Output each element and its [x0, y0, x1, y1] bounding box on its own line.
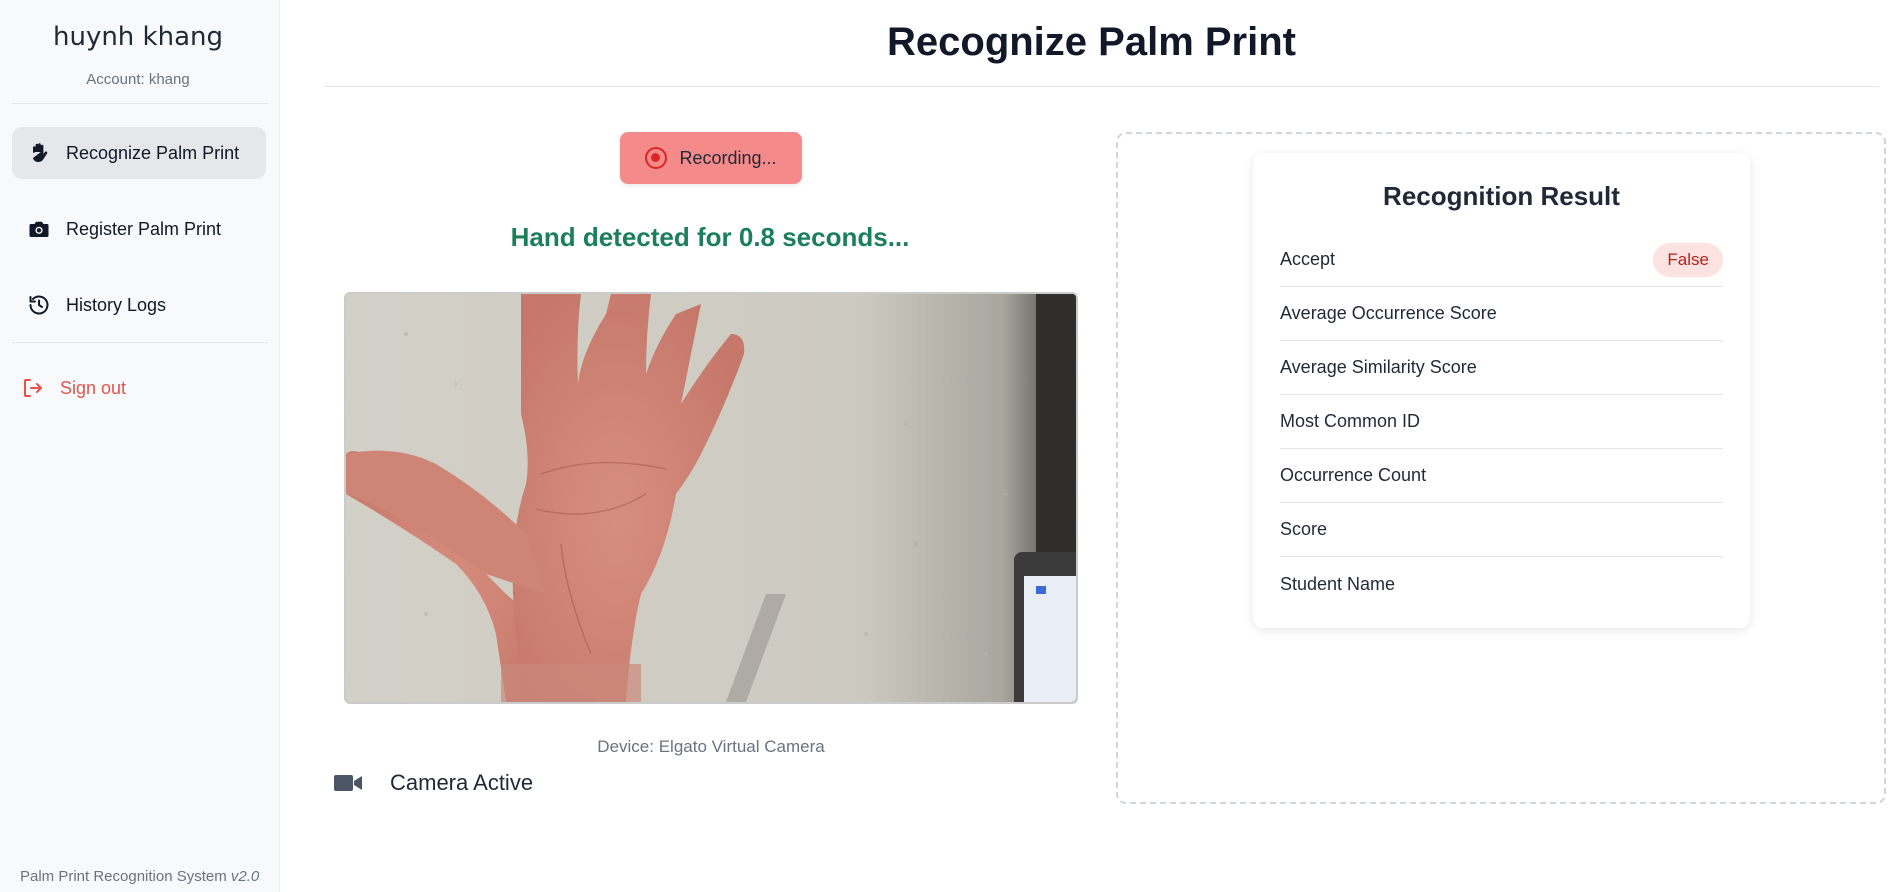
sidebar-divider [12, 342, 268, 343]
result-label: Score [1280, 519, 1328, 539]
result-row-score: Score [1280, 503, 1723, 557]
result-label: Occurrence Count [1280, 465, 1427, 485]
result-row-accept: Accept False [1280, 233, 1723, 287]
video-camera-icon [334, 772, 364, 794]
result-label: Most Common ID [1280, 411, 1421, 431]
recording-button[interactable]: Recording... [620, 132, 802, 184]
camera-status: Camera Active [334, 770, 533, 796]
sidebar-item-history[interactable]: History Logs [12, 279, 266, 331]
result-label: Student Name [1280, 573, 1396, 594]
page-title: Recognize Palm Print [887, 20, 1296, 64]
sidebar-item-recognize[interactable]: Recognize Palm Print [12, 127, 266, 179]
result-label: Average Occurrence Score [1280, 303, 1497, 323]
recording-button-label: Recording... [679, 147, 777, 168]
camera-status-text: Camera Active [390, 770, 534, 795]
result-label: Average Similarity Score [1280, 357, 1477, 377]
result-row-most-common-id: Most Common ID [1280, 395, 1723, 449]
sidebar-footer: Palm Print Recognition System v2.0 [20, 868, 259, 885]
user-account: Account: khang [86, 71, 190, 88]
app-root: huynh khang Account: khang Recognize Pal… [0, 0, 1903, 892]
status-badge: False [1653, 242, 1723, 277]
history-icon [26, 292, 52, 318]
result-title: Recognition Result [1383, 181, 1620, 211]
result-row-student-name: Student Name [1280, 557, 1723, 611]
sidebar-item-register[interactable]: Register Palm Print [12, 203, 266, 255]
record-icon [645, 147, 668, 169]
camera-feed [344, 292, 1078, 704]
sign-out-label: Sign out [60, 377, 127, 398]
sidebar-item-label: History Logs [66, 294, 167, 315]
sign-out-icon [20, 375, 46, 401]
sign-out-button[interactable]: Sign out [12, 362, 266, 414]
device-label: Device: Elgato Virtual Camera [597, 737, 825, 756]
sidebar-divider [12, 103, 268, 104]
sidebar: huynh khang Account: khang Recognize Pal… [0, 0, 280, 892]
camera-icon [26, 216, 52, 242]
result-row-avg-occurrence: Average Occurrence Score [1280, 287, 1723, 341]
user-name: huynh khang [52, 22, 223, 52]
hand-icon [26, 140, 52, 166]
result-row-avg-similarity: Average Similarity Score [1280, 341, 1723, 395]
detection-status: Hand detected for 0.8 seconds... [510, 222, 910, 252]
result-label: Accept [1280, 249, 1336, 269]
header-divider [324, 86, 1879, 87]
footer-text: Palm Print Recognition System [20, 868, 227, 885]
result-row-occurrence-count: Occurrence Count [1280, 449, 1723, 503]
footer-version: v2.0 [230, 868, 260, 885]
sidebar-item-label: Recognize Palm Print [66, 142, 240, 163]
recognition-result-card: Recognition Result Accept False Average … [1253, 153, 1750, 628]
sidebar-item-label: Register Palm Print [66, 218, 222, 239]
